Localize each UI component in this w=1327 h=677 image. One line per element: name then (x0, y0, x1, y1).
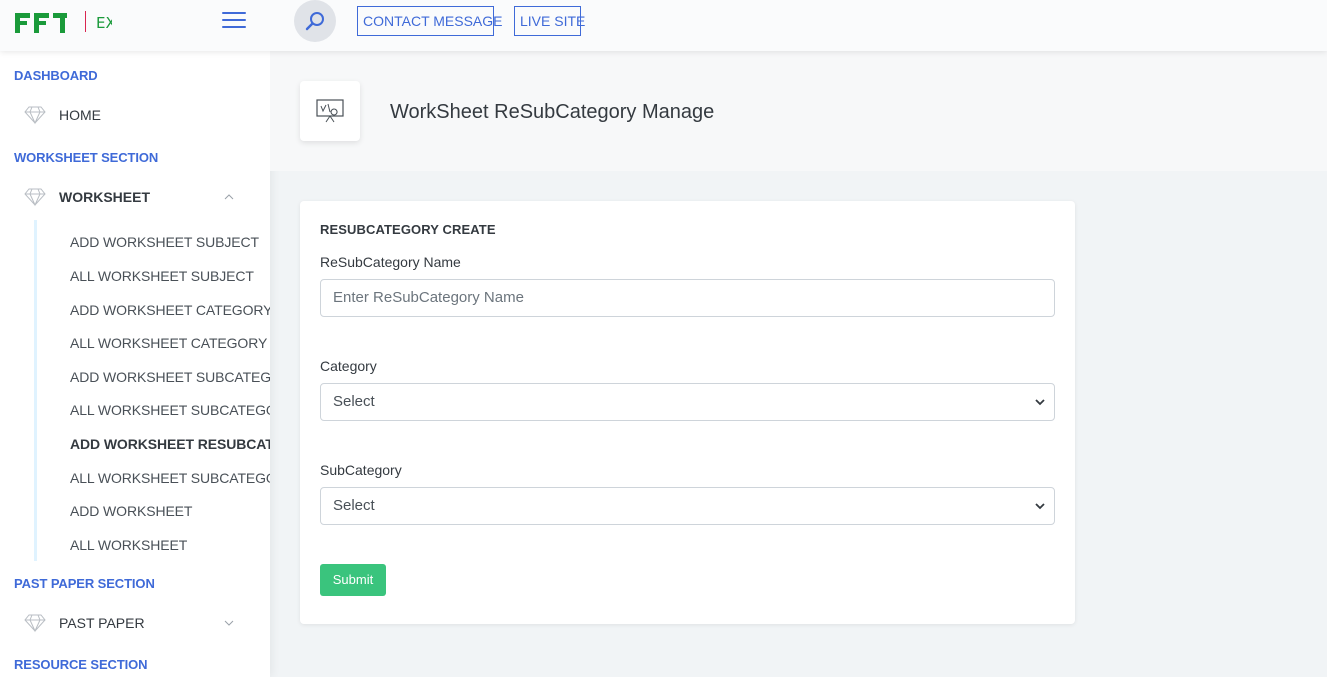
submenu-item[interactable]: ALL WORKSHEET CATEGORY (70, 335, 267, 351)
resubcategory-form-card: RESUBCATEGORY CREATE ReSubCategory Name … (300, 201, 1075, 624)
contact-message-link[interactable]: CONTACT MESSAGE (357, 6, 503, 36)
submit-button[interactable]: Submit (320, 564, 386, 596)
category-select-value: Select (333, 393, 375, 410)
sidebar: DASHBOARD HOME WORKSHEET SECTION WORKSHE… (0, 51, 270, 677)
sidebar-heading-past-paper: PAST PAPER SECTION (14, 576, 155, 591)
presentation-board-icon (316, 99, 344, 123)
sidebar-heading-resource: RESOURCE SECTION (14, 657, 148, 672)
subcategory-field-label: SubCategory (320, 462, 402, 478)
chevron-up-icon[interactable] (224, 192, 234, 202)
submenu-item[interactable]: ALL WORKSHEET (70, 537, 187, 553)
card-title: RESUBCATEGORY CREATE (320, 222, 496, 237)
sidebar-heading-dashboard: DASHBOARD (14, 68, 98, 83)
logo-mark-icon (15, 13, 67, 33)
chevron-down-icon[interactable] (224, 618, 234, 628)
subcategory-select[interactable]: Select (320, 487, 1055, 525)
submenu-item[interactable]: ALL WORKSHEET SUBCATEGORY (70, 402, 270, 418)
diamond-icon (24, 106, 46, 125)
sidebar-heading-worksheet: WORKSHEET SECTION (14, 150, 159, 165)
sidebar-item-past-paper[interactable]: PAST PAPER (24, 611, 145, 635)
submenu-item[interactable]: ALL WORKSHEET SUBJECT (70, 268, 254, 284)
sidebar-item-worksheet[interactable]: WORKSHEET (24, 185, 150, 209)
resubcategory-name-input[interactable]: Enter ReSubCategory Name (320, 279, 1055, 317)
page-icon-box (300, 81, 360, 141)
search-icon (305, 12, 324, 31)
chevron-down-icon (1035, 399, 1045, 406)
sidebar-item-label: HOME (59, 107, 101, 123)
category-select[interactable]: Select (320, 383, 1055, 421)
top-header: EX CONTACT MESSAGE LIVE SITE (0, 0, 1327, 51)
submenu-item[interactable]: ADD WORKSHEET (70, 503, 192, 519)
submenu-item[interactable]: ADD WORKSHEET SUBCATEGORY (70, 369, 270, 385)
diamond-icon (24, 188, 46, 207)
diamond-icon (24, 614, 46, 633)
submenu-item[interactable]: ADD WORKSHEET CATEGORY (70, 302, 270, 318)
logo-tagline: EX (96, 14, 112, 32)
search-button[interactable] (294, 0, 336, 42)
subcategory-select-value: Select (333, 497, 375, 514)
name-field-label: ReSubCategory Name (320, 254, 461, 270)
sidebar-item-label: PAST PAPER (59, 615, 145, 631)
submenu-item-active[interactable]: ADD WORKSHEET RESUBCATEGORY (70, 436, 270, 452)
chevron-down-icon (1035, 503, 1045, 510)
page-title: WorkSheet ReSubCategory Manage (390, 101, 715, 123)
logo-divider (85, 11, 86, 32)
submenu-item[interactable]: ALL WORKSHEET SUBCATEGORY (70, 470, 270, 486)
category-field-label: Category (320, 358, 377, 374)
live-site-link[interactable]: LIVE SITE (514, 6, 585, 36)
submenu-guide-line (34, 220, 37, 561)
submenu-item[interactable]: ADD WORKSHEET SUBJECT (70, 234, 259, 250)
sidebar-item-label: WORKSHEET (59, 189, 150, 205)
site-logo[interactable] (15, 11, 67, 33)
menu-toggle-icon[interactable] (222, 12, 247, 28)
sidebar-item-home[interactable]: HOME (24, 103, 101, 127)
